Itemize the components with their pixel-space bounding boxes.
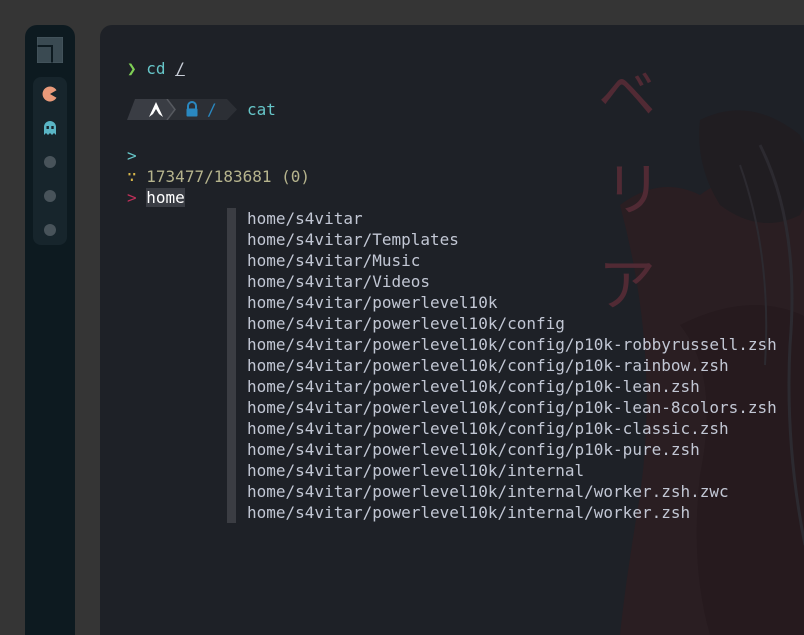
fzf-gutter xyxy=(227,460,236,481)
terminal-window[interactable]: ベ リ ア ❯ cd / / cat > ∵ 173477/183681 (0)… xyxy=(100,25,804,635)
fzf-list-item[interactable]: home/s4vitar/powerlevel10k/internal/work… xyxy=(247,502,690,523)
fzf-list-item[interactable]: home/s4vitar/Videos xyxy=(247,271,430,292)
fzf-gutter xyxy=(227,376,236,397)
fzf-list-item[interactable]: home/s4vitar/Templates xyxy=(247,229,459,250)
fzf-list-item[interactable]: home/s4vitar/powerlevel10k/config/p10k-l… xyxy=(247,397,777,418)
fzf-gutter xyxy=(227,439,236,460)
fzf-gutter xyxy=(227,250,236,271)
fzf-gutter xyxy=(227,229,236,250)
workspace-5-dot-icon[interactable] xyxy=(33,213,67,247)
fzf-gutter xyxy=(227,502,236,523)
fzf-gutter xyxy=(227,418,236,439)
powerline-path: / xyxy=(207,100,217,119)
previous-command-line: ❯ cd / xyxy=(127,58,185,79)
fzf-info-line: ∵ 173477/183681 (0) xyxy=(127,166,310,187)
fzf-selected-label: home xyxy=(146,188,185,207)
fzf-gutter xyxy=(227,397,236,418)
fzf-gutter xyxy=(227,334,236,355)
fzf-gutter xyxy=(227,481,236,502)
fzf-list-item[interactable]: home/s4vitar/powerlevel10k/config/p10k-p… xyxy=(247,439,700,460)
fzf-gutter xyxy=(227,208,236,229)
fzf-query-prompt: > xyxy=(127,146,137,165)
fzf-list-item[interactable]: home/s4vitar/powerlevel10k/config/p10k-c… xyxy=(247,418,729,439)
fzf-selected-item[interactable]: > home xyxy=(127,187,185,208)
fzf-list-item[interactable]: home/s4vitar/powerlevel10k/config/p10k-r… xyxy=(247,334,777,355)
current-command: cat xyxy=(247,100,276,119)
workspace-4-dot-icon[interactable] xyxy=(33,179,67,213)
lock-icon xyxy=(186,101,198,117)
wallpaper-kanji-1: ベ xyxy=(598,61,656,129)
workspace-list xyxy=(33,77,67,245)
command-argument[interactable]: / xyxy=(175,59,185,78)
fzf-list-item[interactable]: home/s4vitar/powerlevel10k/config/p10k-r… xyxy=(247,355,729,376)
arch-linux-icon xyxy=(149,102,163,117)
workspace-3-dot-icon[interactable] xyxy=(33,145,67,179)
fzf-gutter xyxy=(227,355,236,376)
workspace-dock xyxy=(25,25,75,635)
fzf-query-line[interactable]: > xyxy=(127,145,137,166)
fzf-list-item[interactable]: home/s4vitar/powerlevel10k/config/p10k-l… xyxy=(247,376,700,397)
command-name: cd xyxy=(146,59,166,78)
powerline-prompt: / cat xyxy=(127,99,327,120)
workspace-1-pacman-icon[interactable] xyxy=(33,77,67,111)
fzf-pointer-icon: > xyxy=(127,188,137,207)
fzf-match-count: 173477/183681 (0) xyxy=(146,167,311,186)
window-logo-icon[interactable] xyxy=(36,36,64,64)
wallpaper-kanji-3: ア xyxy=(598,251,656,319)
powerline-segments xyxy=(127,99,237,120)
fzf-list-item[interactable]: home/s4vitar xyxy=(247,208,363,229)
wallpaper-kanji-2: リ xyxy=(604,156,662,224)
fzf-list-item[interactable]: home/s4vitar/powerlevel10k xyxy=(247,292,497,313)
prompt-arrow-icon: ❯ xyxy=(127,59,137,78)
fzf-list-item[interactable]: home/s4vitar/powerlevel10k/config xyxy=(247,313,565,334)
fzf-list-item[interactable]: home/s4vitar/powerlevel10k/internal/work… xyxy=(247,481,729,502)
fzf-list-item[interactable]: home/s4vitar/powerlevel10k/internal xyxy=(247,460,584,481)
fzf-list-item[interactable]: home/s4vitar/Music xyxy=(247,250,420,271)
fzf-spinner-icon: ∵ xyxy=(127,167,137,186)
workspace-2-ghost-icon[interactable] xyxy=(33,111,67,145)
fzf-gutter xyxy=(227,313,236,334)
fzf-gutter xyxy=(227,292,236,313)
fzf-gutter xyxy=(227,271,236,292)
